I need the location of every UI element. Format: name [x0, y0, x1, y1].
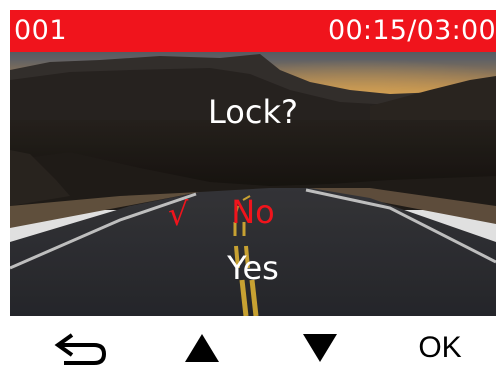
clip-number: 001 — [14, 15, 68, 46]
ok-button[interactable]: OK — [408, 324, 472, 372]
dialog-title: Lock? — [208, 93, 298, 131]
video-frame: 001 00:15/03:00 Lock? √ No Yes — [10, 10, 496, 316]
button-bar: OK — [0, 316, 497, 379]
playback-time: 00:15/03:00 — [327, 15, 496, 46]
dashcam-screen: 001 00:15/03:00 Lock? √ No Yes OK — [0, 0, 497, 379]
return-arrow-icon — [54, 333, 107, 365]
up-button[interactable] — [178, 324, 226, 372]
option-no[interactable]: No — [10, 192, 496, 232]
status-bar: 001 00:15/03:00 — [10, 10, 496, 52]
triangle-down-icon — [303, 334, 337, 362]
down-button[interactable] — [296, 324, 344, 372]
triangle-up-icon — [185, 334, 219, 362]
back-button[interactable] — [50, 324, 112, 372]
option-yes[interactable]: Yes — [10, 248, 496, 288]
